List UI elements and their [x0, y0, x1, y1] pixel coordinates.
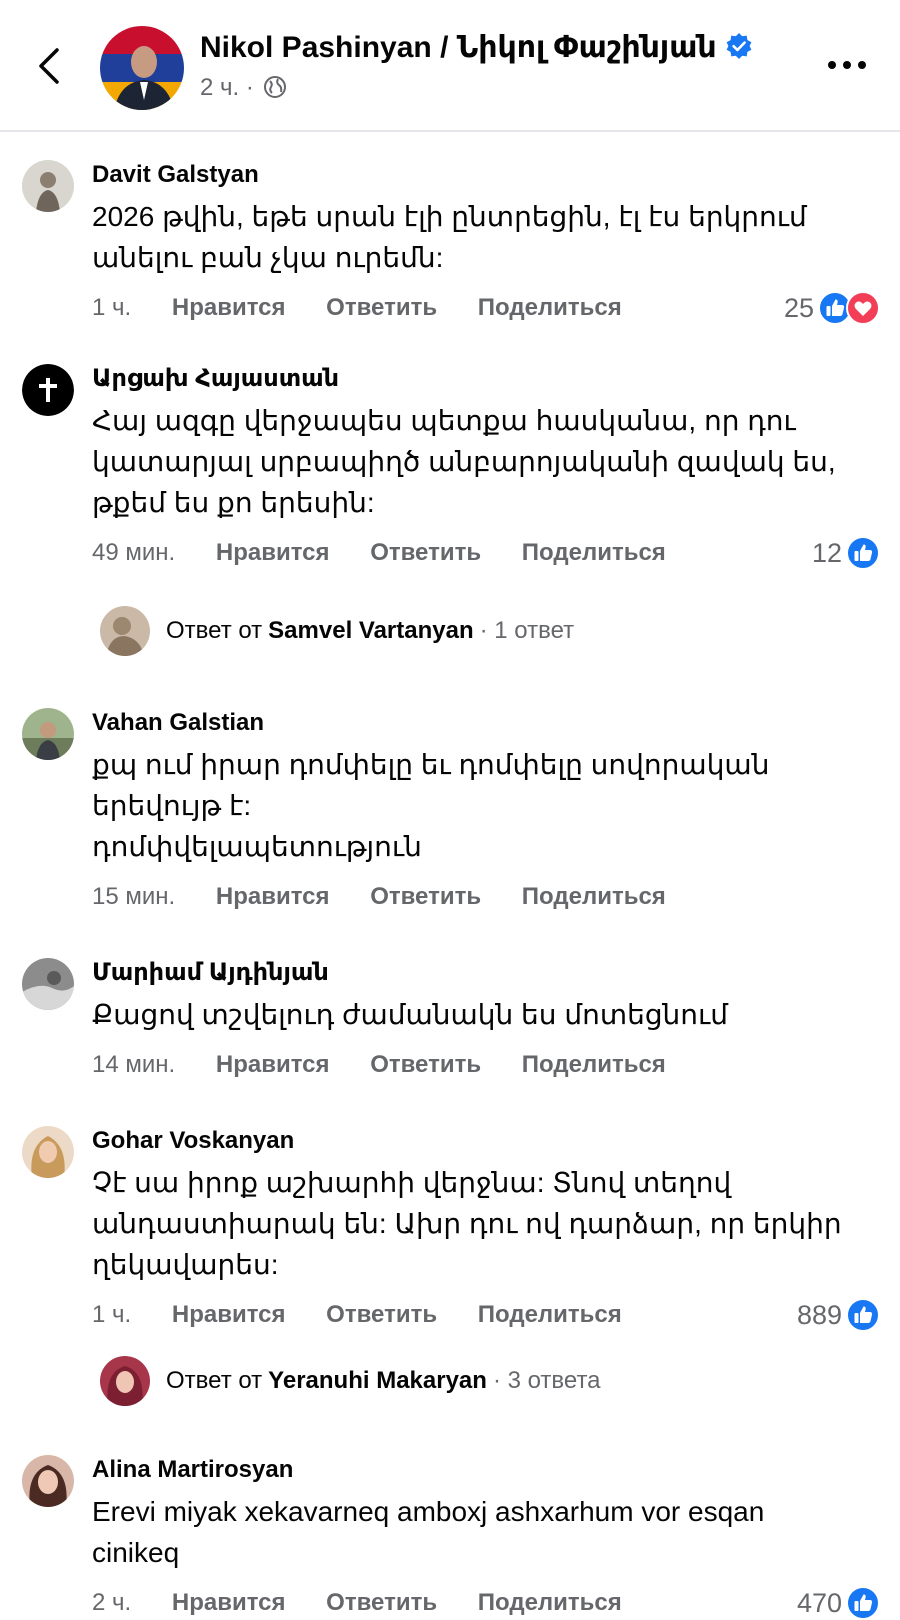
like-reaction-icon: [846, 536, 880, 570]
comment-text: Հայ ազգը վերջապես պետքա հասկանա, որ դու …: [92, 400, 880, 523]
reply-author: Yeranuhi Makaryan: [268, 1367, 487, 1394]
meta-separator: ·: [245, 74, 254, 101]
comment-text-line: ղեկավարես:: [92, 1249, 279, 1280]
avatar[interactable]: [22, 708, 74, 760]
reaction-summary[interactable]: 889: [797, 1295, 880, 1335]
love-reaction-icon: [846, 291, 880, 325]
comment-text: Չէ սա իրոք աշխարհի վերջնա: Տնով տեղով ան…: [92, 1162, 880, 1285]
comment-text: Erevi miyak xekavarneq amboxj ashxarhum …: [92, 1491, 880, 1573]
comment-text-line: երեվույթ է:: [92, 790, 252, 821]
comment-time[interactable]: 2 ч.: [92, 1583, 131, 1620]
comment-actions: 14 мин. Нравится Ответить Поделиться: [92, 1045, 880, 1085]
reply-button[interactable]: Ответить: [326, 1295, 437, 1335]
reaction-summary[interactable]: 25: [784, 288, 880, 328]
comment-author[interactable]: Alina Martirosyan: [92, 1455, 880, 1485]
page-name-text: Nikol Pashinyan / Նիկոլ Փաշինյան: [200, 31, 717, 64]
share-button[interactable]: Поделиться: [478, 1583, 622, 1620]
post-header: Nikol Pashinyan / Նիկոլ Փաշինյան 2 ч. ·: [0, 0, 900, 132]
reply-button[interactable]: Ответить: [370, 1045, 481, 1085]
comment-time[interactable]: 15 мин.: [92, 877, 175, 917]
reply-count: · 3 ответа: [492, 1367, 601, 1394]
comment-text-line: քպ ում իրար դոմփելը եւ դոմփելը սովորական: [92, 749, 770, 780]
reaction-summary[interactable]: 470: [797, 1583, 880, 1620]
like-button[interactable]: Нравится: [172, 1295, 286, 1335]
avatar[interactable]: [22, 160, 74, 212]
reply-avatar: [100, 606, 150, 656]
share-button[interactable]: Поделиться: [522, 533, 666, 573]
comment-text-line: 2026 թվին, եթե սրան էլի ընտրեցին, էլ էս …: [92, 201, 807, 232]
more-options-button[interactable]: [824, 52, 870, 78]
like-button[interactable]: Нравится: [216, 1045, 330, 1085]
comment-actions: 1 ч. Нравится Ответить Поделиться 889: [92, 1295, 880, 1335]
comment-text-line: անդաստիարակ են: Ախր դու ով դարձար, որ եր…: [92, 1208, 842, 1239]
reaction-count: 470: [796, 1588, 842, 1618]
comment-text-line: անելու բան չկա ուրեմն:: [92, 242, 444, 273]
share-button[interactable]: Поделиться: [478, 288, 622, 328]
reply-button[interactable]: Ответить: [370, 877, 481, 917]
reply-count: · 1 ответ: [479, 617, 575, 644]
avatar[interactable]: [22, 1126, 74, 1178]
comment-text-line: Հայ ազգը վերջապես պետքա հասկանա, որ դու: [92, 405, 796, 436]
comment-time[interactable]: 1 ч.: [92, 1295, 131, 1335]
comment-text-line: թքեմ ես քո երեսին:: [92, 487, 375, 518]
more-horizontal-icon: [828, 61, 866, 69]
comment-actions: 15 мин. Нравится Ответить Поделиться: [92, 877, 880, 917]
avatar[interactable]: [22, 364, 74, 416]
share-button[interactable]: Поделиться: [478, 1295, 622, 1335]
comment-text-line: Չէ սա իրոք աշխարհի վերջնա: Տնով տեղով: [92, 1167, 732, 1198]
view-replies-link[interactable]: Ответ от Yeranuhi Makaryan · 3 ответа: [100, 1355, 601, 1407]
reply-prefix: Ответ от: [166, 1367, 263, 1394]
reply-button[interactable]: Ответить: [370, 533, 481, 573]
like-reaction-icon: [846, 1298, 880, 1332]
comment-actions: 2 ч. Нравится Ответить Поделиться 470: [92, 1583, 880, 1620]
back-button[interactable]: [30, 44, 70, 88]
share-button[interactable]: Поделиться: [522, 877, 666, 917]
post-meta: 2 ч. ·: [200, 74, 287, 106]
comment-text-line: դոմփվելապետություն: [92, 831, 422, 862]
comment-author[interactable]: Gohar Voskanyan: [92, 1126, 880, 1156]
comment-text-line: Erevi miyak xekavarneq amboxj ashxarhum …: [92, 1496, 765, 1527]
comment-text-line: cinikeq: [92, 1537, 180, 1568]
reaction-count: 12: [811, 538, 842, 568]
comment-time[interactable]: 49 мин.: [92, 533, 175, 573]
globe-icon: [263, 75, 287, 106]
reply-button[interactable]: Ответить: [326, 1583, 437, 1620]
reply-prefix: Ответ от: [166, 617, 263, 644]
like-button[interactable]: Нравится: [216, 877, 330, 917]
page-avatar[interactable]: [100, 26, 184, 110]
like-button[interactable]: Нравится: [216, 533, 330, 573]
comment-author[interactable]: Davit Galstyan: [92, 160, 880, 190]
comment-author[interactable]: Արցախ Հայաստան: [92, 364, 880, 394]
comment-text: Քացով տշվելուդ ժամանակն ես մոտեցնում: [92, 994, 880, 1035]
comment-text-line: կատարյալ սրբապիղծ անբարոյականի զավակ ես,: [92, 446, 836, 477]
view-replies-link[interactable]: Ответ от Samvel Vartanyan · 1 ответ: [100, 605, 574, 657]
comment-author[interactable]: Vahan Galstian: [92, 708, 880, 738]
page-name[interactable]: Nikol Pashinyan / Նիկոլ Փաշինյան: [200, 30, 753, 68]
chevron-left-icon: [39, 48, 59, 84]
like-button[interactable]: Нравится: [172, 288, 286, 328]
reaction-count: 889: [796, 1300, 842, 1330]
comment-text-line: Քացով տշվելուդ ժամանակն ես մոտեցնում: [92, 999, 728, 1030]
reaction-count: 25: [783, 293, 814, 323]
comment-text: քպ ում իրար դոմփելը եւ դոմփելը սովորական…: [92, 744, 880, 867]
post-time[interactable]: 2 ч.: [200, 74, 239, 101]
comment-actions: 1 ч. Нравится Ответить Поделиться 25: [92, 288, 880, 328]
like-button[interactable]: Нравится: [172, 1583, 286, 1620]
comment-time[interactable]: 14 мин.: [92, 1045, 175, 1085]
reply-author: Samvel Vartanyan: [268, 617, 474, 644]
avatar[interactable]: [22, 1455, 74, 1507]
comment-author[interactable]: Մարիամ Այդինյան: [92, 958, 880, 988]
reply-avatar: [100, 1356, 150, 1406]
share-button[interactable]: Поделиться: [522, 1045, 666, 1085]
comment-time[interactable]: 1 ч.: [92, 288, 131, 328]
reaction-summary[interactable]: 12: [812, 533, 880, 573]
avatar[interactable]: [22, 958, 74, 1010]
reply-button[interactable]: Ответить: [326, 288, 437, 328]
like-reaction-icon: [846, 1586, 880, 1620]
verified-badge-icon: [725, 32, 753, 68]
comment-actions: 49 мин. Нравится Ответить Поделиться 12: [92, 533, 880, 573]
page-avatar-image: [100, 26, 184, 110]
comment-text: 2026 թվին, եթե սրան էլի ընտրեցին, էլ էս …: [92, 196, 880, 278]
